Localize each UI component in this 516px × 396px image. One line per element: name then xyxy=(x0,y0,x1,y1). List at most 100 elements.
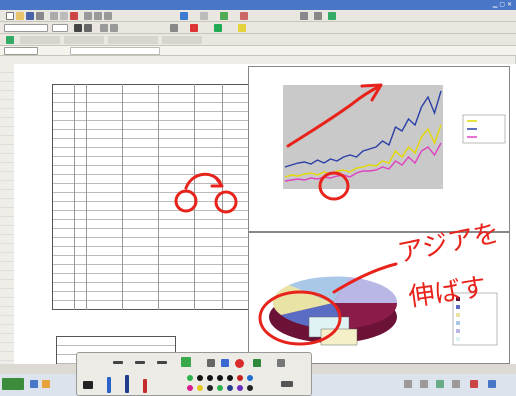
row-header[interactable] xyxy=(0,208,14,217)
toolbar-icon[interactable] xyxy=(108,36,158,44)
pen-icon[interactable] xyxy=(83,381,93,389)
name-box[interactable] xyxy=(4,47,38,55)
tray-icon[interactable] xyxy=(420,380,428,388)
highlighter-icon[interactable] xyxy=(125,375,129,393)
font-box[interactable] xyxy=(4,24,48,32)
row-header[interactable] xyxy=(0,172,14,181)
formula-input[interactable] xyxy=(70,47,160,55)
window-controls[interactable]: ▁ ▢ ✕ xyxy=(493,1,512,8)
toolbar-icon[interactable] xyxy=(70,12,78,20)
row-header[interactable] xyxy=(0,154,14,163)
bold-icon[interactable] xyxy=(74,24,82,32)
color-swatch[interactable] xyxy=(227,385,233,391)
row-header[interactable] xyxy=(0,226,14,235)
toolbar-icon[interactable] xyxy=(6,36,14,44)
row-header[interactable] xyxy=(0,307,14,316)
selection-icon[interactable] xyxy=(181,357,191,367)
row-header[interactable] xyxy=(0,91,14,100)
row-header[interactable] xyxy=(0,334,14,343)
palette-icon[interactable] xyxy=(221,359,229,367)
toolbar-icon[interactable] xyxy=(253,359,261,367)
taskbar-icon[interactable] xyxy=(42,380,50,388)
toolbar-icon[interactable] xyxy=(104,12,112,20)
color-swatch[interactable] xyxy=(237,375,243,381)
toolbar-icon[interactable] xyxy=(300,12,308,20)
open-icon[interactable] xyxy=(16,12,24,20)
toolbar-icon[interactable] xyxy=(60,12,68,20)
print-icon[interactable] xyxy=(36,12,44,20)
row-header[interactable] xyxy=(0,235,14,244)
row-header[interactable] xyxy=(0,145,14,154)
row-header[interactable] xyxy=(0,109,14,118)
row-header[interactable] xyxy=(0,163,14,172)
toolbar-icon[interactable] xyxy=(64,36,104,44)
align-icon[interactable] xyxy=(110,24,118,32)
row-header[interactable] xyxy=(0,271,14,280)
row-header[interactable] xyxy=(0,280,14,289)
toolbar-icon[interactable] xyxy=(214,24,222,32)
toolbar-icon[interactable] xyxy=(240,12,248,20)
toolbar-icon[interactable] xyxy=(190,24,198,32)
italic-icon[interactable] xyxy=(84,24,92,32)
toolbar-icon[interactable] xyxy=(170,24,178,32)
column-header[interactable] xyxy=(0,56,516,64)
pointer-icon[interactable] xyxy=(207,359,215,367)
toolbar-icon[interactable] xyxy=(328,12,336,20)
color-swatch[interactable] xyxy=(187,385,193,391)
toolbar-icon[interactable] xyxy=(238,24,246,32)
tray-icon[interactable] xyxy=(488,380,496,388)
row-header[interactable] xyxy=(0,316,14,325)
close-icon[interactable] xyxy=(277,359,285,367)
tray-icon[interactable] xyxy=(436,380,444,388)
row-header[interactable] xyxy=(0,343,14,352)
save-icon[interactable] xyxy=(26,12,34,20)
toolbar-icon[interactable] xyxy=(50,12,58,20)
tray-icon[interactable] xyxy=(470,380,478,388)
eraser-icon[interactable] xyxy=(235,359,244,368)
size-box[interactable] xyxy=(52,24,68,32)
row-header[interactable] xyxy=(0,190,14,199)
toolbar-icon[interactable] xyxy=(220,12,228,20)
taskbar-icon[interactable] xyxy=(30,380,38,388)
color-swatch[interactable] xyxy=(217,375,223,381)
toolbar-icon[interactable] xyxy=(94,12,102,20)
row-header[interactable] xyxy=(0,289,14,298)
toolbar-icon[interactable] xyxy=(314,12,322,20)
row-header[interactable] xyxy=(0,118,14,127)
line-chart[interactable] xyxy=(248,66,510,232)
toolbar-icon[interactable] xyxy=(135,361,145,364)
align-icon[interactable] xyxy=(100,24,108,32)
pen-icon[interactable] xyxy=(143,379,147,393)
row-header[interactable] xyxy=(0,217,14,226)
row-header[interactable] xyxy=(0,244,14,253)
tray-icon[interactable] xyxy=(404,380,412,388)
row-header[interactable] xyxy=(0,352,14,361)
row-header[interactable] xyxy=(0,100,14,109)
pen-icon[interactable] xyxy=(107,377,111,393)
toolbar-icon[interactable] xyxy=(113,361,123,364)
row-header[interactable] xyxy=(0,262,14,271)
tray-icon[interactable] xyxy=(452,380,460,388)
row-header[interactable] xyxy=(0,325,14,334)
color-swatch[interactable] xyxy=(207,375,213,381)
color-swatch[interactable] xyxy=(247,385,253,391)
start-button[interactable] xyxy=(2,378,24,390)
pie-chart[interactable] xyxy=(248,232,510,364)
color-swatch[interactable] xyxy=(197,385,203,391)
row-header[interactable] xyxy=(0,64,14,73)
toolbar-icon[interactable] xyxy=(84,12,92,20)
row-header[interactable] xyxy=(0,73,14,82)
row-header[interactable] xyxy=(0,181,14,190)
toolbar-icon[interactable] xyxy=(200,12,208,20)
toolbar-icon[interactable] xyxy=(157,361,167,364)
color-swatch[interactable] xyxy=(247,375,253,381)
toolbar-icon[interactable] xyxy=(20,36,60,44)
row-header[interactable] xyxy=(0,127,14,136)
color-swatch[interactable] xyxy=(227,375,233,381)
color-swatch[interactable] xyxy=(197,375,203,381)
toolbar-icon[interactable] xyxy=(162,36,202,44)
row-header[interactable] xyxy=(0,253,14,262)
row-header[interactable] xyxy=(0,136,14,145)
color-swatch[interactable] xyxy=(207,385,213,391)
color-swatch[interactable] xyxy=(187,375,193,381)
